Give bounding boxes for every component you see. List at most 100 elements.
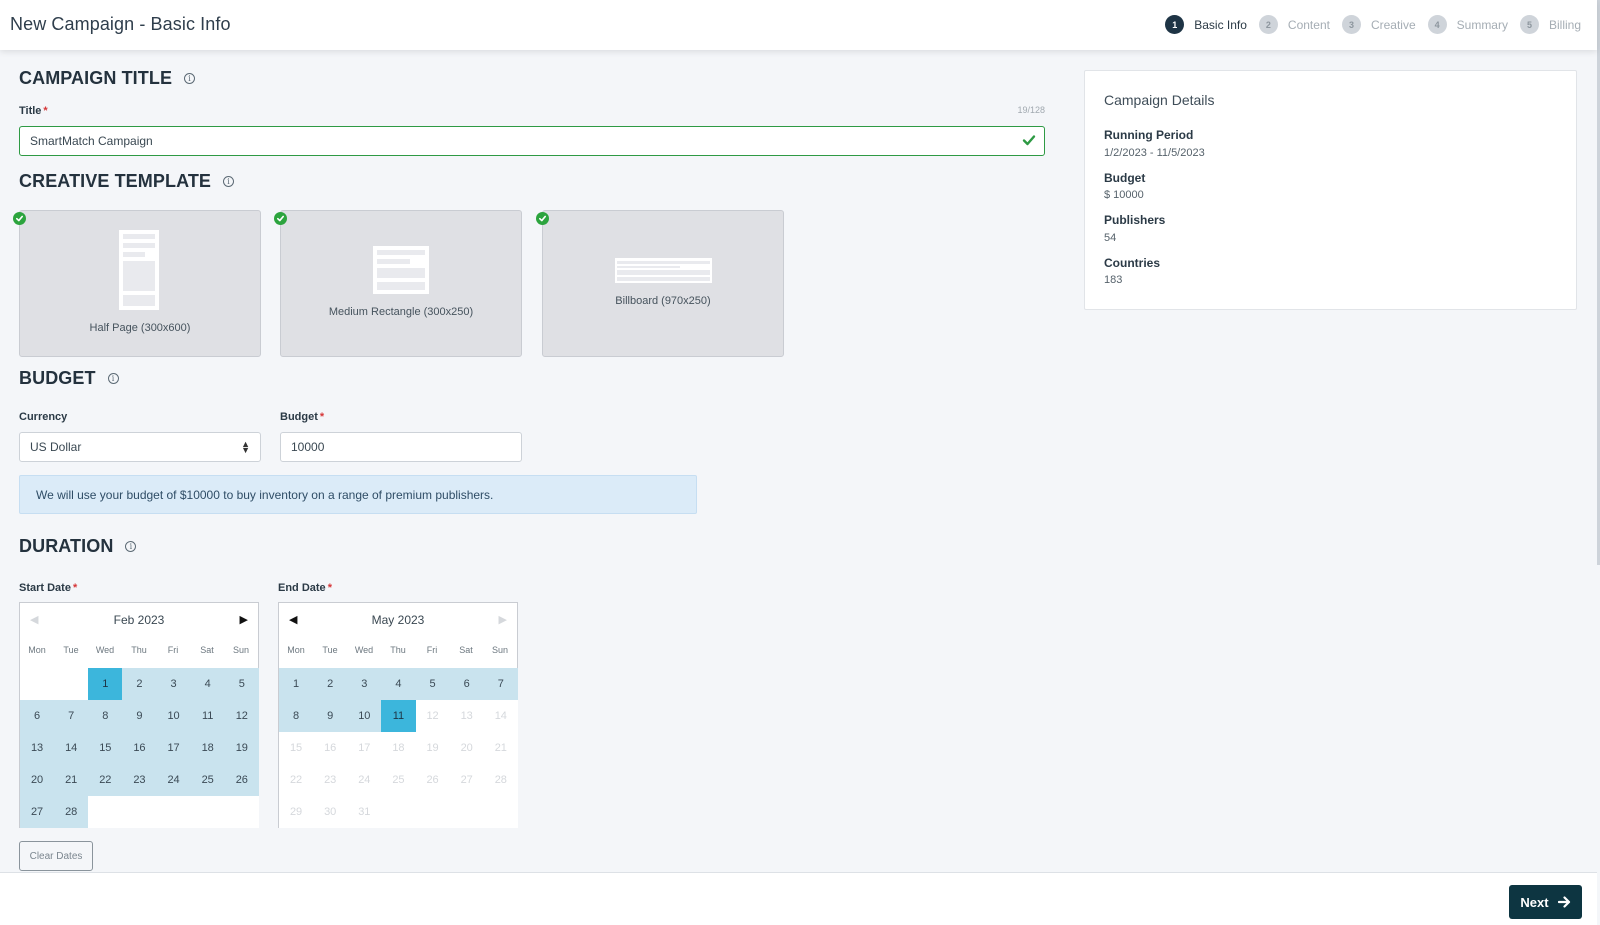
calendar-day[interactable]: 10 [156,700,191,732]
calendar-day[interactable]: 28 [54,796,89,828]
calendar-day[interactable]: 9 [313,700,348,732]
calendar-day[interactable]: 9 [122,700,157,732]
end-date-label: End Date * [278,582,332,594]
template-billboard[interactable]: Billboard (970x250) [536,210,784,357]
countries-value: 183 [1104,274,1123,286]
calendar-empty-cell [20,668,55,700]
main-form: CAMPAIGN TITLE i Title * 19/128 SmartMatc… [0,50,1060,872]
calendar-day[interactable]: 4 [190,668,225,700]
calendar-day[interactable]: 26 [224,764,259,796]
weekday-label: Mon [28,645,46,655]
step-number: 3 [1341,15,1361,34]
required-mark: * [43,105,48,117]
calendar-day[interactable]: 6 [20,700,55,732]
calendar-day[interactable]: 12 [224,700,259,732]
title-input[interactable]: SmartMatch Campaign [19,126,1045,156]
calendar-day: 19 [415,732,450,764]
calendar-day[interactable]: 14 [54,732,89,764]
campaign-title-heading: CAMPAIGN TITLE i [19,68,196,89]
calendar-day[interactable]: 25 [190,764,225,796]
calendar-day[interactable]: 1 [279,668,314,700]
template-label: Billboard (970x250) [615,295,711,307]
calendar-day[interactable]: 20 [20,764,55,796]
calendar-empty-cell [122,796,157,828]
step-label: Content [1287,17,1330,32]
calendar-day-selected[interactable]: 11 [381,700,416,732]
calendar-day[interactable]: 19 [224,732,259,764]
step-label: Summary [1456,17,1508,32]
calendar-day[interactable]: 2 [313,668,348,700]
budget-heading: BUDGET i [19,368,119,389]
calendar-day[interactable]: 16 [122,732,157,764]
calendar-day: 12 [415,700,450,732]
selected-check-icon [536,212,549,225]
calendar-day[interactable]: 18 [190,732,225,764]
calendar-day: 22 [279,764,314,796]
calendar-day: 18 [381,732,416,764]
info-icon[interactable]: i [125,541,137,552]
calendar-day[interactable]: 10 [347,700,382,732]
calendar-day-selected[interactable]: 1 [88,668,123,700]
calendar-day[interactable]: 23 [122,764,157,796]
top-header: New Campaign - Basic Info 1 Basic Info 2… [0,0,1597,50]
calendar-day[interactable]: 3 [347,668,382,700]
calendar-day[interactable]: 17 [156,732,191,764]
calendar-day[interactable]: 3 [156,668,191,700]
weekday-label: Sat [459,645,473,655]
calendar-day[interactable]: 5 [415,668,450,700]
page-title: New Campaign - Basic Info [10,14,231,34]
calendar-day: 29 [279,796,314,828]
info-icon[interactable]: i [107,373,119,384]
selected-check-icon [13,212,26,225]
calendar-day[interactable]: 5 [224,668,259,700]
calendar-day[interactable]: 7 [483,668,518,700]
calendar-header: ◀ May 2023 ▶ [279,603,517,636]
step-content[interactable]: 2 Content [1258,15,1330,34]
calendar-day[interactable]: 22 [88,764,123,796]
calendar-day[interactable]: 8 [88,700,123,732]
clear-dates-button[interactable]: Clear Dates [19,841,93,871]
calendar-day[interactable]: 6 [449,668,484,700]
countries-label: Countries [1104,256,1161,270]
next-month-icon[interactable]: ▶ [240,613,248,626]
step-number: 2 [1258,15,1278,34]
step-label: Basic Info [1194,17,1247,32]
day-grid: 1 2 3 4 5 6 7 8 9 10 11 12 13 14 15 16 17 18 19 20 21 22 23 24 2… [279,668,518,828]
info-icon[interactable]: i [184,73,196,84]
weekday-label: Thu [390,645,406,655]
calendar-day[interactable]: 24 [156,764,191,796]
label-text: Budget [280,411,318,423]
heading-text: CREATIVE TEMPLATE [19,171,212,191]
step-basic-info[interactable]: 1 Basic Info [1165,15,1247,34]
calendar-day[interactable]: 15 [88,732,123,764]
calendar-day[interactable]: 4 [381,668,416,700]
publishers-label: Publishers [1104,213,1166,227]
calendar-day[interactable]: 13 [20,732,55,764]
duration-heading: DURATION i [19,536,137,557]
template-half-page[interactable]: Half Page (300x600) [13,210,261,357]
currency-select[interactable]: US Dollar ▲ ▼ [19,432,261,462]
template-medium-rectangle[interactable]: Medium Rectangle (300x250) [274,210,522,357]
step-number: 5 [1519,15,1539,34]
step-billing[interactable]: 5 Billing [1519,15,1581,34]
step-label: Billing [1548,17,1581,32]
calendar-day[interactable]: 8 [279,700,314,732]
calendar-day[interactable]: 21 [54,764,89,796]
calendar-day[interactable]: 7 [54,700,89,732]
calendar-day: 25 [381,764,416,796]
calendar-day: 21 [483,732,518,764]
info-icon[interactable]: i [223,176,235,187]
weekday-label: Tue [63,645,79,655]
budget-input[interactable]: 10000 [280,432,522,462]
calendar-day[interactable]: 11 [190,700,225,732]
next-button[interactable]: Next [1509,885,1582,919]
calendar-empty-cell [54,668,89,700]
calendar-day[interactable]: 2 [122,668,157,700]
calendar-day: 17 [347,732,382,764]
calendar-day[interactable]: 27 [20,796,55,828]
step-summary[interactable]: 4 Summary [1427,15,1508,34]
weekday-label: Sun [232,645,249,655]
label-text: Start Date [19,582,71,594]
calendar-day: 27 [449,764,484,796]
step-creative[interactable]: 3 Creative [1341,15,1416,34]
